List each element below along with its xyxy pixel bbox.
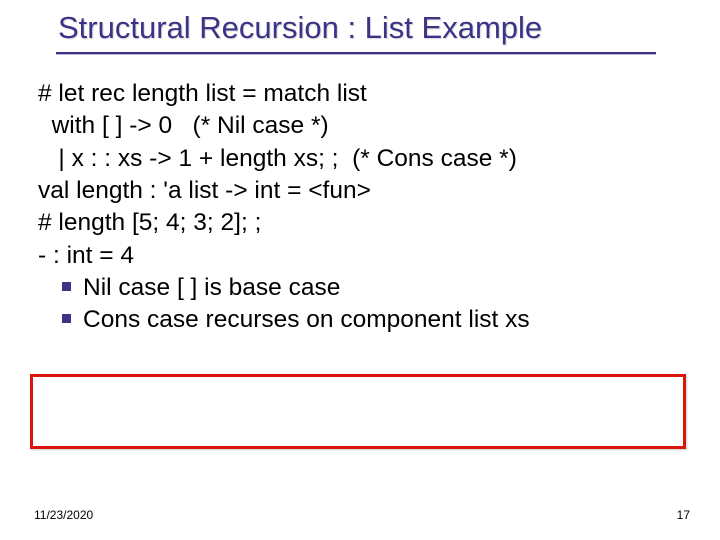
page-title: Structural Recursion : List Example: [58, 10, 720, 46]
bullet-text: Cons case recurses on component list xs: [83, 306, 530, 333]
code-line-4: val length : 'a list -> int = <fun>: [38, 175, 690, 207]
bullet-square-icon: [62, 282, 71, 291]
bullet-cons-case: Cons case recurses on component list xs: [38, 304, 690, 336]
code-line-1: # let rec length list = match list: [38, 78, 690, 110]
footer-page-number: 17: [677, 508, 690, 522]
code-line-3: | x : : xs -> 1 + length xs; ; (* Cons c…: [38, 143, 690, 175]
slide-body: # let rec length list = match list with …: [0, 54, 720, 337]
code-line-6: - : int = 4: [38, 240, 690, 272]
bullet-square-icon: [62, 314, 71, 323]
code-line-5: # length [5; 4; 3; 2]; ;: [38, 207, 690, 239]
slide: Structural Recursion : List Example # le…: [0, 0, 720, 540]
highlight-box: [30, 374, 686, 449]
bullet-text: Nil case [ ] is base case: [83, 274, 340, 301]
bullet-list: Nil case [ ] is base case Cons case recu…: [38, 272, 690, 337]
bullet-nil-case: Nil case [ ] is base case: [38, 272, 690, 304]
code-line-2: with [ ] -> 0 (* Nil case *): [38, 110, 690, 142]
footer-date: 11/23/2020: [34, 508, 93, 522]
slide-footer: 11/23/2020 17: [34, 508, 690, 522]
title-area: Structural Recursion : List Example: [0, 0, 720, 46]
